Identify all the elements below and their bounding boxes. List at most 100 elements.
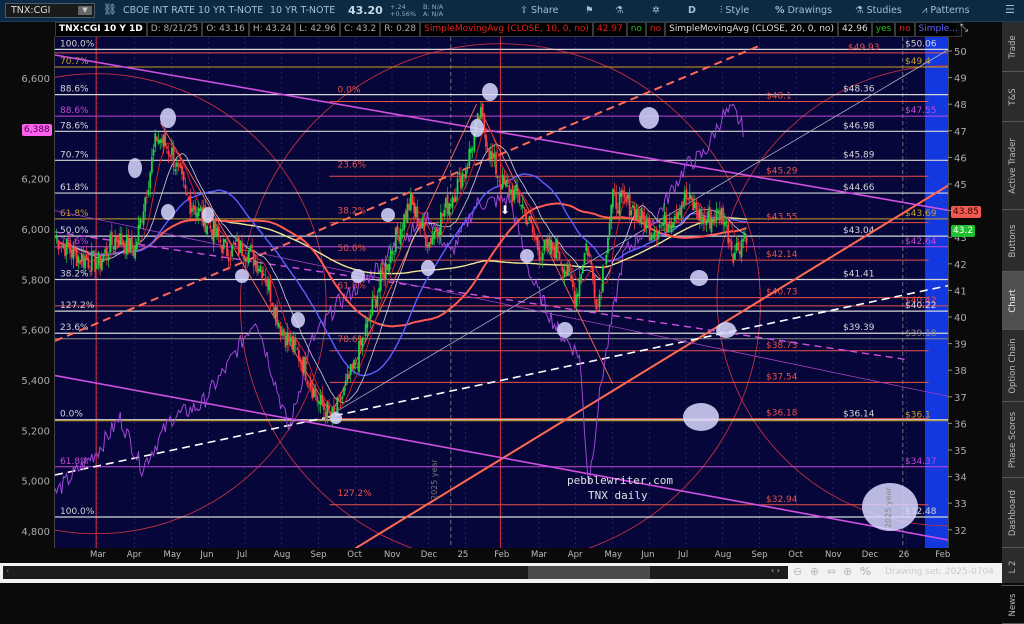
candle [500, 184, 502, 190]
sidebar-tab-chart[interactable]: Chart [1002, 272, 1024, 330]
candle [702, 216, 705, 224]
fib-level-label: 88.6% [60, 106, 89, 116]
candle [281, 331, 284, 336]
highlight-ellipse [470, 119, 484, 137]
candle [167, 151, 170, 155]
candle [150, 157, 153, 173]
fib-level-label: 50.0% [338, 244, 367, 254]
candle [191, 208, 193, 212]
candle [692, 198, 695, 210]
highlight-ellipse [716, 322, 736, 338]
candle [324, 411, 327, 419]
candle [186, 192, 188, 195]
candle [720, 208, 723, 220]
candle [455, 196, 457, 202]
pan-icon[interactable]: ⇔ [827, 565, 836, 578]
candle [510, 189, 512, 195]
candle [426, 244, 429, 248]
time-axis-label: Aug [273, 550, 291, 560]
time-axis-label: Oct [347, 550, 362, 560]
zoom-out-icon[interactable]: ⊖ [793, 565, 802, 578]
candle [239, 240, 242, 253]
scroll-arrows-icon[interactable]: ‹ › [771, 566, 780, 575]
zoom-in-icon[interactable]: ⊕ [810, 565, 819, 578]
watermark-site: pebblewriter.com [567, 474, 673, 487]
candle [162, 135, 165, 147]
candle [685, 188, 688, 199]
sidebar-tab-phase-scores[interactable]: Phase Scores [1002, 402, 1024, 478]
scroll-left-icon[interactable]: ‹ [6, 566, 9, 575]
sidebar-tab-option-chain[interactable]: Option Chain [1002, 330, 1024, 402]
price-level-label: $43.55 [766, 213, 798, 223]
candle [698, 208, 701, 221]
right-sidebar: Trade T&S Active Trader Buttons Chart Option … [1002, 22, 1024, 624]
candle [384, 262, 387, 280]
candle [490, 151, 492, 159]
candle [680, 205, 683, 218]
sidebar-tab-label: Phase Scores [1008, 411, 1018, 468]
candle [732, 254, 735, 264]
scrollbar-thumb[interactable] [528, 566, 650, 579]
candle [145, 196, 148, 198]
price-level-label: $46.98 [843, 121, 875, 131]
candle [72, 246, 75, 260]
sidebar-tab-trade[interactable]: Trade [1002, 22, 1024, 72]
crosshair-icon[interactable]: ⊕ [843, 565, 852, 578]
candle [548, 237, 551, 251]
candle [373, 295, 375, 298]
candle [264, 277, 267, 283]
sidebar-tab-buttons[interactable]: Buttons [1002, 210, 1024, 272]
candle [249, 246, 252, 252]
sidebar-tab-dashboard[interactable]: Dashboard [1002, 478, 1024, 548]
right-axis-tick: 33 [954, 499, 967, 510]
candle [272, 307, 275, 316]
drawing-set-label[interactable]: Drawing set: 2025-0704 [885, 567, 994, 577]
candle [90, 251, 93, 272]
candle [697, 210, 700, 220]
chart-plot: $50.06100.0% $49.93$49.470.7%$48.3688.6%$… [21, 37, 967, 548]
candle [194, 206, 197, 216]
candle [727, 224, 730, 244]
candle [443, 209, 446, 217]
percent-icon[interactable]: % [860, 565, 871, 578]
candle [707, 210, 710, 222]
candle [583, 252, 586, 264]
candle [393, 254, 396, 256]
candle [463, 174, 466, 176]
candle [206, 225, 208, 235]
right-axis-tick: 42 [954, 260, 967, 271]
candle [139, 218, 142, 228]
highlight-ellipse [557, 322, 573, 338]
candle [64, 244, 66, 257]
time-axis-label: Aug [714, 550, 732, 560]
candle [105, 246, 108, 257]
candle [182, 172, 185, 181]
candle [536, 237, 539, 250]
fib-level-label: 100.0% [60, 507, 95, 517]
sidebar-tab-t-s[interactable]: T&S [1002, 72, 1024, 122]
time-axis-label: Jun [641, 550, 655, 560]
sidebar-tab-active-trader[interactable]: Active Trader [1002, 122, 1024, 210]
candle [371, 298, 374, 315]
candle [309, 382, 312, 388]
sidebar-tab-label: News [1008, 593, 1018, 616]
candle [269, 279, 272, 302]
candle [257, 269, 260, 272]
horizontal-scrollbar[interactable]: ‹ ‹ › [3, 566, 788, 579]
candle [645, 221, 648, 229]
candle [404, 210, 407, 221]
price-level-label: $32.94 [766, 495, 798, 505]
candle [251, 244, 254, 248]
time-axis-label: Apr [126, 550, 142, 560]
candle [486, 147, 489, 151]
candle [677, 211, 679, 219]
candle [314, 388, 317, 397]
sidebar-tab-l-2[interactable]: L 2 [1002, 548, 1024, 586]
candle [687, 197, 690, 200]
candle [560, 262, 563, 264]
candle [110, 231, 113, 246]
sidebar-tab-news[interactable]: News [1002, 586, 1024, 624]
time-axis[interactable]: Mar Apr May Jun Jul Aug Sep Oct Nov Dec 25 Feb Mar Ap… [55, 548, 950, 563]
candle [595, 299, 598, 310]
highlight-ellipse [639, 107, 659, 129]
